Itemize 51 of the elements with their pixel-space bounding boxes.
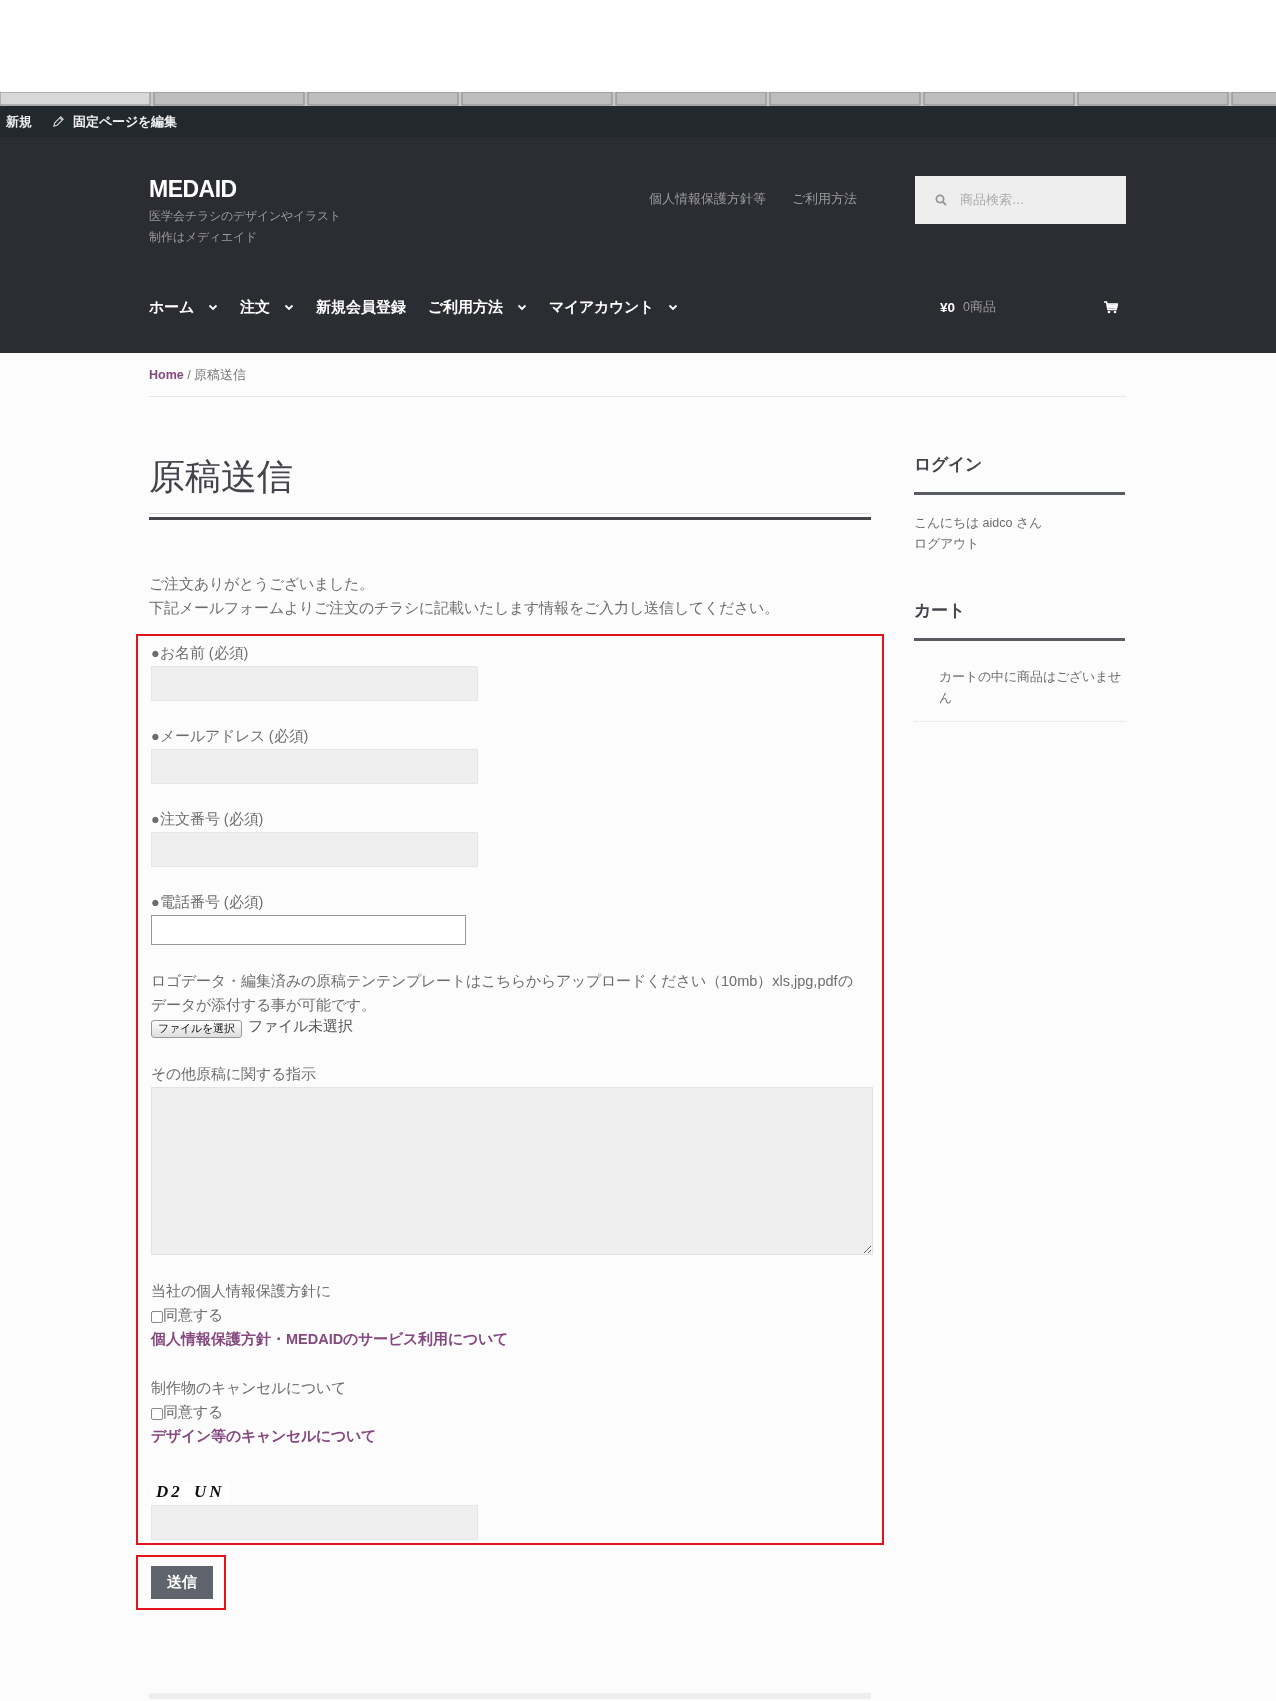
widget-title: ログイン — [914, 453, 1125, 495]
site-tagline: 制作はメディエイド — [149, 229, 258, 246]
cart-icon[interactable] — [1104, 301, 1118, 314]
nav-menu-item[interactable]: マイアカウント — [549, 298, 654, 317]
field-label: ●電話番号 (必須) — [151, 893, 265, 912]
intro-text: 下記メールフォームよりご注文のチラシに記載いたします情報をご入力し送信してください。 — [149, 599, 780, 618]
field-label: ●注文番号 (必須) — [151, 810, 265, 829]
widget-title: カート — [914, 599, 1125, 641]
widget-text[interactable]: ログアウト — [914, 534, 1125, 555]
chevron-down-icon[interactable] — [208, 304, 218, 311]
site-tagline: 医学会チラシのデザインやイラスト — [149, 208, 342, 225]
chevron-down-icon[interactable] — [517, 304, 527, 311]
nav-menu-item[interactable]: ホーム — [149, 298, 194, 317]
submit-button[interactable]: 送信 — [151, 1566, 213, 1599]
field-label: その他原稿に関する指示 — [151, 1065, 317, 1084]
cart-amount[interactable]: ¥0 — [940, 300, 956, 315]
checkbox-label: 同意する — [163, 1306, 223, 1325]
new-link[interactable]: 新規 — [6, 112, 32, 131]
cart-count[interactable]: 0商品 — [963, 299, 996, 316]
search-field[interactable]: 商品検索… — [915, 176, 1126, 224]
chevron-down-icon[interactable] — [668, 304, 678, 311]
policy-link[interactable]: 個人情報保護方針・MEDAIDのサービス利用について — [151, 1327, 869, 1351]
edit-page-link[interactable]: 固定ページを編集 — [73, 112, 177, 131]
chevron-down-icon[interactable] — [284, 304, 294, 311]
field-label: ●メールアドレス (必須) — [151, 727, 310, 746]
agree-checkbox[interactable] — [151, 1310, 163, 1323]
breadcrumb: Home / 原稿送信 — [149, 353, 1126, 397]
breadcrumb-link[interactable]: Home — [149, 368, 184, 382]
policy-link[interactable]: デザイン等のキャンセルについて — [151, 1424, 869, 1448]
file-status: ファイル未選択 — [248, 1017, 353, 1036]
search-icon — [935, 194, 947, 206]
nav-menu-item[interactable]: 注文 — [240, 298, 270, 317]
agreement-text: 当社の個人情報保護方針に — [151, 1282, 332, 1301]
widget-text: こんにちは aidco さん — [914, 515, 1043, 532]
widget-text: カートの中に商品はございません — [939, 669, 1122, 707]
page-title: 原稿送信 — [149, 455, 294, 499]
agreement-text: 制作物のキャンセルについて — [151, 1379, 347, 1398]
choose-file-button[interactable]: ファイルを選択 — [151, 1020, 242, 1038]
upload-instructions: ロゴデータ・編集済みの原稿テンテンプレートはこちらからアップロードください（10mb）xls,jpg,pdfのデータが添付する事が可能です。 — [151, 972, 854, 1015]
nav-menu-item[interactable]: ご利用方法 — [428, 298, 503, 317]
agree-checkbox[interactable] — [151, 1407, 163, 1420]
checkbox-label: 同意する — [163, 1403, 223, 1422]
pencil-icon — [52, 115, 65, 128]
nav-menu-item[interactable]: 新規会員登録 — [316, 298, 406, 317]
site-title[interactable]: MEDAID — [149, 176, 649, 203]
intro-text: ご注文ありがとうございました。 — [149, 575, 375, 594]
input-field[interactable] — [151, 915, 466, 945]
message-field[interactable] — [151, 1087, 873, 1255]
top-link[interactable]: 個人情報保護方針等 — [649, 191, 766, 276]
field-label: ●お名前 (必須) — [151, 644, 250, 663]
top-link[interactable]: ご利用方法 — [792, 191, 857, 276]
